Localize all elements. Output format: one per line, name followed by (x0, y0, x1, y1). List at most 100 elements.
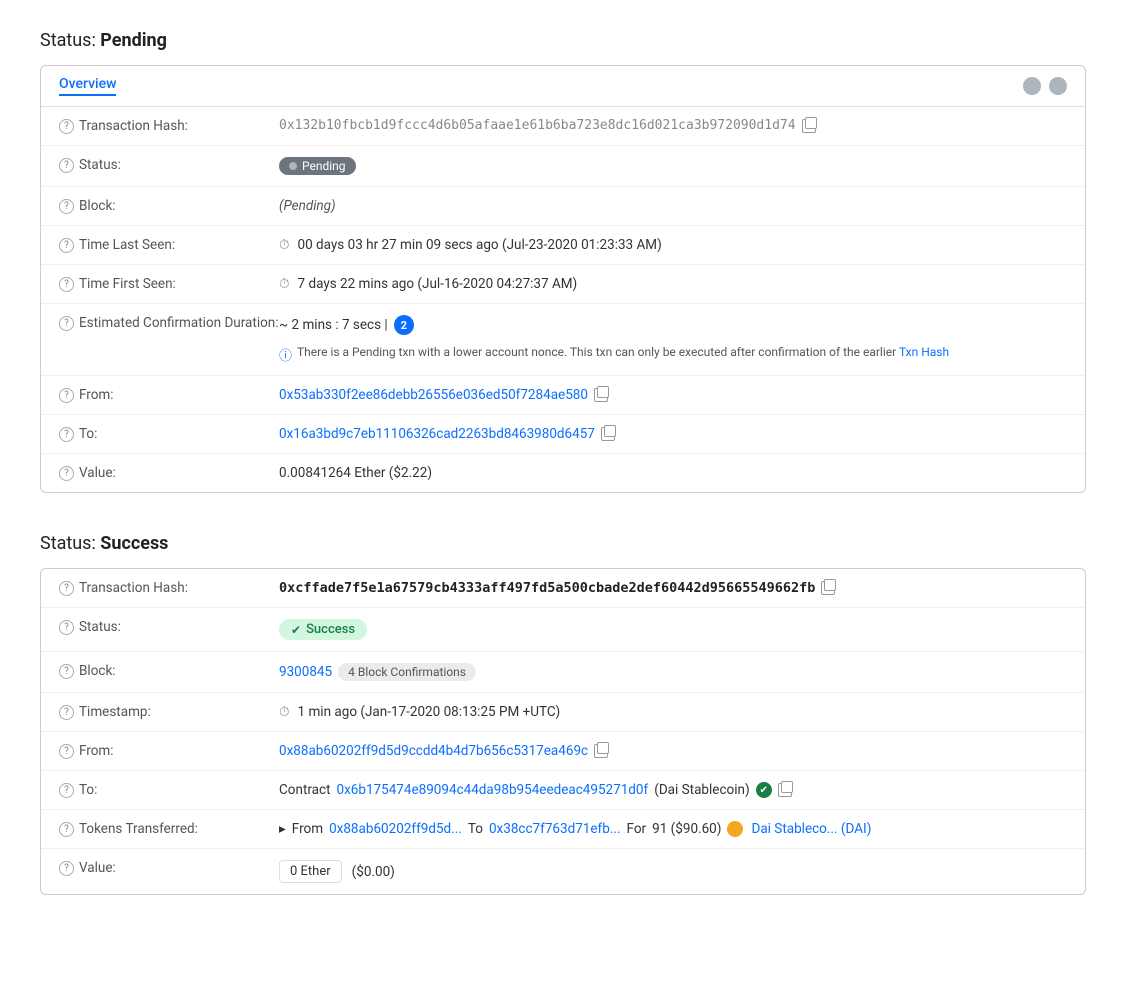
pending-status-value: Pending (279, 157, 1067, 175)
success-from-row: ? From: 0x88ab60202ff9d5d9ccdd4b4d7b656c… (41, 732, 1085, 771)
pending-to-label: ? To: (59, 426, 279, 442)
pending-section-title: Status: Pending (40, 30, 1086, 51)
success-tx-hash-row: ? Transaction Hash: 0xcffade7f5e1a67579c… (41, 569, 1085, 608)
help-icon: ? (59, 316, 74, 331)
help-icon: ? (59, 620, 74, 635)
help-icon: ? (59, 861, 74, 876)
success-value-row: ? Value: 0 Ether ($0.00) (41, 849, 1085, 894)
success-timestamp-value: ⏱ 1 min ago (Jan-17-2020 08:13:25 PM +UT… (279, 704, 1067, 720)
pending-block-value: (Pending) (279, 198, 1067, 214)
success-tx-hash-label: ? Transaction Hash: (59, 580, 279, 596)
help-icon: ? (59, 238, 74, 253)
pending-value-row: ? Value: 0.00841264 Ether ($2.22) (41, 454, 1085, 492)
pending-status-row: ? Status: Pending (41, 146, 1085, 187)
txn-hash-link[interactable]: Txn Hash (899, 345, 949, 359)
pending-tx-hash-row: ? Transaction Hash: 0x132b10fbcb1d9fccc4… (41, 107, 1085, 146)
copy-success-to-button[interactable] (778, 783, 792, 797)
copy-to-button[interactable] (601, 427, 615, 441)
pending-time-last-seen-row: ? Time Last Seen: ⏱ 00 days 03 hr 27 min… (41, 226, 1085, 265)
success-status-row: ? Status: Success (41, 608, 1085, 652)
overview-tab[interactable]: Overview (59, 76, 116, 96)
success-from-label: ? From: (59, 743, 279, 759)
pending-value-value: 0.00841264 Ether ($2.22) (279, 465, 1067, 481)
pending-time-first-seen-value: ⏱ 7 days 22 mins ago (Jul-16-2020 04:27:… (279, 276, 1067, 292)
copy-success-from-button[interactable] (594, 744, 608, 758)
pending-time-last-seen-value: ⏱ 00 days 03 hr 27 min 09 secs ago (Jul-… (279, 237, 1067, 253)
help-icon: ? (59, 158, 74, 173)
tokens-from-address[interactable]: 0x88ab60202ff9d5d... (329, 821, 462, 837)
success-tokens-value: ▸ From 0x88ab60202ff9d5d... To 0x38cc7f7… (279, 821, 1067, 837)
help-icon: ? (59, 822, 74, 837)
dai-token-link[interactable]: Dai Stableco... (DAI) (751, 821, 871, 837)
pending-from-value: 0x53ab330f2ee86debb26556e036ed50f7284ae5… (279, 387, 1067, 403)
success-to-value: Contract 0x6b175474e89094c44da98b954eede… (279, 782, 1067, 798)
tokens-to-address[interactable]: 0x38cc7f763d71efb... (489, 821, 621, 837)
block-confirmations-badge: 4 Block Confirmations (338, 663, 476, 681)
copy-tx-hash-button[interactable] (802, 119, 816, 133)
pending-from-label: ? From: (59, 387, 279, 403)
pending-to-value: 0x16a3bd9c7eb11106326cad2263bd8463980d64… (279, 426, 1067, 442)
copy-success-tx-hash-button[interactable] (821, 581, 835, 595)
help-icon: ? (59, 427, 74, 442)
pending-card-header: Overview (41, 66, 1085, 107)
info-note: ⓘ There is a Pending txn with a lower ac… (279, 345, 1067, 364)
pending-est-confirm-row: ? Estimated Confirmation Duration: ~ 2 m… (41, 304, 1085, 376)
help-icon: ? (59, 277, 74, 292)
success-timestamp-row: ? Timestamp: ⏱ 1 min ago (Jan-17-2020 08… (41, 693, 1085, 732)
pending-card: Overview ? Transaction Hash: 0x132b10fbc… (40, 65, 1086, 493)
confirmation-badge: 2 (394, 315, 414, 335)
success-value-value: 0 Ether ($0.00) (279, 860, 1067, 883)
copy-from-button[interactable] (594, 388, 608, 402)
pending-est-confirm-value: ~ 2 mins : 7 secs | 2 ⓘ There is a Pendi… (279, 315, 1067, 364)
success-to-contract-address[interactable]: 0x6b175474e89094c44da98b954eedeac495271d… (337, 782, 649, 798)
help-icon: ? (59, 705, 74, 720)
success-block-label: ? Block: (59, 663, 279, 679)
success-block-value: 9300845 4 Block Confirmations (279, 663, 1067, 681)
success-from-value: 0x88ab60202ff9d5d9ccdd4b4d7b656c5317ea46… (279, 743, 1067, 759)
help-icon: ? (59, 119, 74, 134)
clock-icon: ⏱ (279, 237, 290, 253)
success-to-label: ? To: (59, 782, 279, 798)
pending-time-first-seen-row: ? Time First Seen: ⏱ 7 days 22 mins ago … (41, 265, 1085, 304)
help-icon: ? (59, 744, 74, 759)
success-value-label: ? Value: (59, 860, 279, 876)
pending-from-address[interactable]: 0x53ab330f2ee86debb26556e036ed50f7284ae5… (279, 387, 588, 403)
pending-to-row: ? To: 0x16a3bd9c7eb11106326cad2263bd8463… (41, 415, 1085, 454)
help-icon: ? (59, 664, 74, 679)
success-timestamp-label: ? Timestamp: (59, 704, 279, 720)
pending-tx-hash-value: 0x132b10fbcb1d9fccc4d6b05afaae1e61b6ba72… (279, 118, 1067, 133)
success-from-address[interactable]: 0x88ab60202ff9d5d9ccdd4b4d7b656c5317ea46… (279, 743, 588, 759)
pending-from-row: ? From: 0x53ab330f2ee86debb26556e036ed50… (41, 376, 1085, 415)
success-tokens-label: ? Tokens Transferred: (59, 821, 279, 837)
pending-to-address[interactable]: 0x16a3bd9c7eb11106326cad2263bd8463980d64… (279, 426, 595, 442)
help-icon: ? (59, 466, 74, 481)
pending-badge: Pending (279, 157, 356, 175)
success-section-title: Status: Success (40, 533, 1086, 554)
header-icon-2 (1049, 77, 1067, 95)
pending-status-label: ? Status: (59, 157, 279, 173)
dai-token-badge: Dai Stableco... (DAI) (727, 821, 871, 837)
success-status-label: ? Status: (59, 619, 279, 635)
pending-block-row: ? Block: (Pending) (41, 187, 1085, 226)
pending-value-label: ? Value: (59, 465, 279, 481)
dai-icon (727, 821, 743, 837)
help-icon: ? (59, 783, 74, 798)
help-icon: ? (59, 388, 74, 403)
header-icons (1023, 77, 1067, 95)
clock-icon: ⏱ (279, 704, 290, 720)
pending-tx-hash-label: ? Transaction Hash: (59, 118, 279, 134)
clock-icon: ⏱ (279, 276, 290, 292)
success-status-value: Success (279, 619, 1067, 640)
success-to-row: ? To: Contract 0x6b175474e89094c44da98b9… (41, 771, 1085, 810)
success-card: ? Transaction Hash: 0xcffade7f5e1a67579c… (40, 568, 1086, 895)
pending-est-confirm-label: ? Estimated Confirmation Duration: (59, 315, 279, 331)
success-tokens-row: ? Tokens Transferred: ▸ From 0x88ab60202… (41, 810, 1085, 849)
success-block-number[interactable]: 9300845 (279, 664, 332, 680)
info-icon: ⓘ (279, 345, 292, 364)
ether-box: 0 Ether (279, 860, 342, 883)
success-badge: Success (279, 619, 367, 640)
help-icon: ? (59, 199, 74, 214)
header-icon-1 (1023, 77, 1041, 95)
pending-time-last-seen-label: ? Time Last Seen: (59, 237, 279, 253)
success-block-row: ? Block: 9300845 4 Block Confirmations (41, 652, 1085, 693)
